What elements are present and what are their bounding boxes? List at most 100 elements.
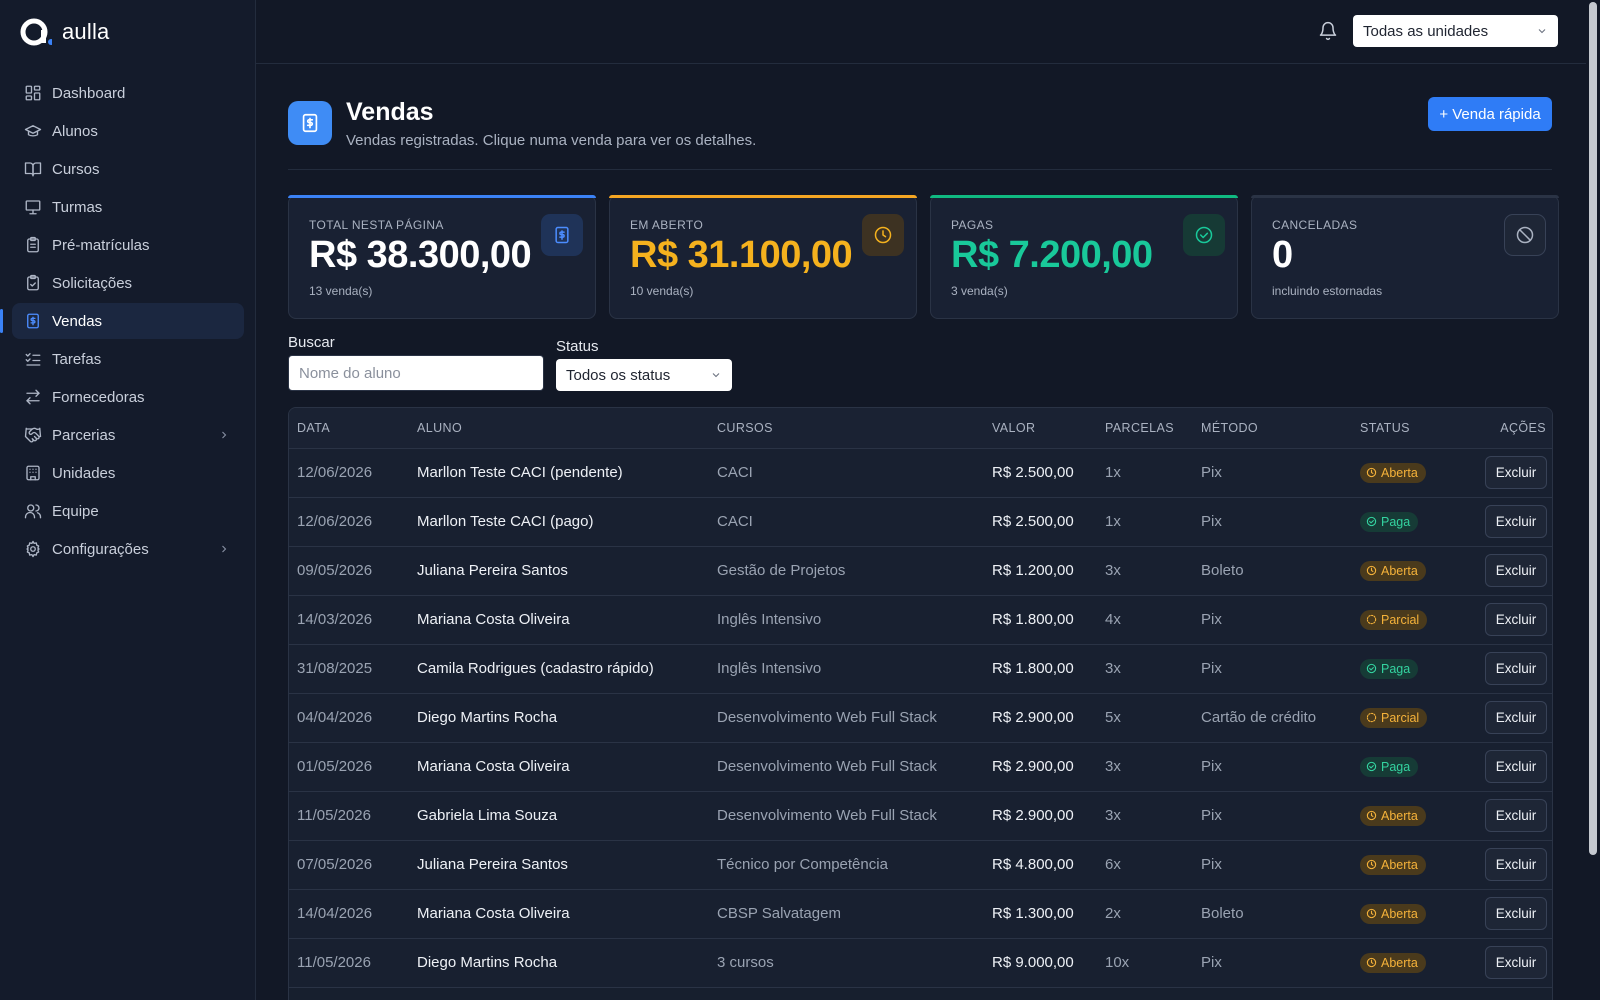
cell-acoes: Excluir [1472,840,1552,889]
cell-cursos: Inglês Intensivo [717,660,822,677]
users-icon [24,502,42,520]
cell-acoes: Excluir [1472,644,1552,693]
table-row[interactable]: 07/05/2026 Juliana Pereira Santos Técnico … [289,840,1552,889]
sidebar-item-unidades[interactable]: Unidades [12,455,244,491]
sidebar-item-equipe[interactable]: Equipe [12,493,244,529]
card-accent-line [930,195,1238,198]
aulla-logo-icon [20,16,54,48]
cell-valor: R$ 1.300,00 [992,905,1074,922]
cell-status: Parcial [1352,693,1472,742]
sidebar-item-cursos[interactable]: Cursos [12,151,244,187]
sidebar-item-dashboard[interactable]: Dashboard [12,75,244,111]
sidebar-item-label: Tarefas [52,350,102,368]
cell-parcelas: 4x [1105,611,1121,628]
table-row[interactable]: 12/06/2026 Marllon Teste CACI (pago) CACI R… [289,497,1552,546]
delete-button[interactable]: Excluir [1485,554,1547,587]
cell-valor: R$ 1.800,00 [992,611,1074,628]
chevron-down-icon [1536,24,1548,41]
clock-icon [1366,859,1377,870]
cell-cursos: CBSP Salvatagem [717,905,841,922]
table-row[interactable]: 12/06/2026 Marllon Teste CACI (pendente) C… [289,448,1552,497]
cell-metodo: Pix [1201,611,1222,628]
cell-valor: R$ 1.200,00 [992,562,1074,579]
status-select[interactable]: Todos os status [556,359,732,391]
brand-logo[interactable]: aulla [20,16,109,48]
cell-metodo: Boleto [1201,562,1244,579]
delete-button[interactable]: Excluir [1485,701,1547,734]
sidebar-item-turmas[interactable]: Turmas [12,189,244,225]
table-row[interactable]: 04/04/2026 Diego Martins Rocha Desenvolvim… [289,693,1552,742]
cell-data: 12/06/2026 [297,464,373,481]
chevron-right-icon [218,428,230,445]
column-header-cursos[interactable]: CURSOS [709,408,984,449]
topbar: Todas as unidades [256,0,1586,64]
cell-aluno: Marllon Teste CACI (pago) [417,513,594,530]
sidebar-item-pre-matriculas[interactable]: Pré-matrículas [12,227,244,263]
card-accent-line [1251,195,1559,198]
status-badge-label: Aberta [1381,465,1418,480]
cell-aluno: Marllon Teste CACI (pendente) [417,464,623,481]
unit-select[interactable]: Todas as unidades [1353,15,1558,47]
page-scrollbar[interactable] [1586,0,1600,1000]
card-accent-line [288,195,596,198]
sidebar-item-label: Equipe [52,502,99,520]
column-header-data[interactable]: DATA [289,408,409,449]
cell-acoes: Excluir [1472,595,1552,644]
delete-button[interactable]: Excluir [1485,603,1547,636]
delete-button[interactable]: Excluir [1485,750,1547,783]
sidebar-item-label: Alunos [52,122,98,140]
scrollbar-thumb[interactable] [1589,2,1597,855]
cell-metodo: Pix [1201,856,1222,873]
cell-metodo: Pix [1201,660,1222,677]
sidebar-item-tarefas[interactable]: Tarefas [12,341,244,377]
column-header-metodo[interactable]: MÉTODO [1193,408,1352,449]
column-header-parcelas[interactable]: PARCELAS [1097,408,1193,449]
sidebar-item-parcerias[interactable]: Parcerias [12,417,244,453]
status-badge: Paga [1360,511,1419,532]
sidebar-item-fornecedoras[interactable]: Fornecedoras [12,379,244,415]
table-row[interactable]: 01/05/2026 Mariana Costa Oliveira Desenvol… [289,742,1552,791]
sidebar-item-configuracoes[interactable]: Configurações [12,531,244,567]
cell-parcelas: 3x [1105,758,1121,775]
delete-button[interactable]: Excluir [1485,848,1547,881]
table-row[interactable]: 11/05/2026 Gabriela Lima Souza Desenvolvim… [289,791,1552,840]
cell-parcelas: 3x [1105,807,1121,824]
sidebar-item-vendas[interactable]: Vendas [0,303,244,339]
card-subtext: incluindo estornadas [1272,284,1383,298]
cell-valor: R$ 2.900,00 [992,709,1074,726]
search-input[interactable] [288,355,544,391]
delete-button[interactable]: Excluir [1485,505,1547,538]
delete-button[interactable]: Excluir [1485,897,1547,930]
clock-icon [862,214,904,256]
loader-icon [1366,712,1377,723]
column-header-status[interactable]: STATUS [1352,408,1472,449]
sidebar-item-alunos[interactable]: Alunos [12,113,244,149]
sidebar-item-solicitacoes[interactable]: Solicitações [12,265,244,301]
cell-status: Aberta [1352,546,1472,595]
table-row[interactable]: 09/05/2026 Juliana Pereira Santos Gestão d… [289,546,1552,595]
delete-button[interactable]: Excluir [1485,799,1547,832]
cell-status: Parcial [1352,595,1472,644]
bell-icon[interactable] [1318,21,1338,41]
quick-sale-button[interactable]: + Venda rápida [1428,97,1552,131]
column-header-aluno[interactable]: ALUNO [409,408,709,449]
cell-data: 11/05/2026 [297,954,371,971]
delete-button[interactable]: Excluir [1485,946,1547,979]
table-row[interactable]: 14/04/2026 Mariana Costa Oliveira CBSP Sal… [289,889,1552,938]
column-header-valor[interactable]: VALOR [984,408,1097,449]
delete-button[interactable]: Excluir [1485,652,1547,685]
table-row[interactable]: 31/08/2025 Camila Rodrigues (cadastro ráp… [289,644,1552,693]
header-divider [288,169,1552,170]
cell-status: Aberta [1352,791,1472,840]
status-select-value: Todos os status [566,366,671,384]
cell-cursos: Inglês Intensivo [717,611,822,628]
cell-parcelas: 3x [1105,660,1121,677]
delete-button[interactable]: Excluir [1485,456,1547,489]
status-label: Status [556,338,599,355]
loader-icon [1366,614,1377,625]
table-row[interactable]: 14/03/2026 Mariana Costa Oliveira Inglês I… [289,595,1552,644]
cell-valor: R$ 4.800,00 [992,856,1074,873]
status-badge: Aberta [1360,952,1426,973]
table-row[interactable]: 11/05/2026 Diego Martins Rocha 3 cursos R$ … [289,938,1552,987]
status-badge-label: Paga [1381,759,1411,774]
